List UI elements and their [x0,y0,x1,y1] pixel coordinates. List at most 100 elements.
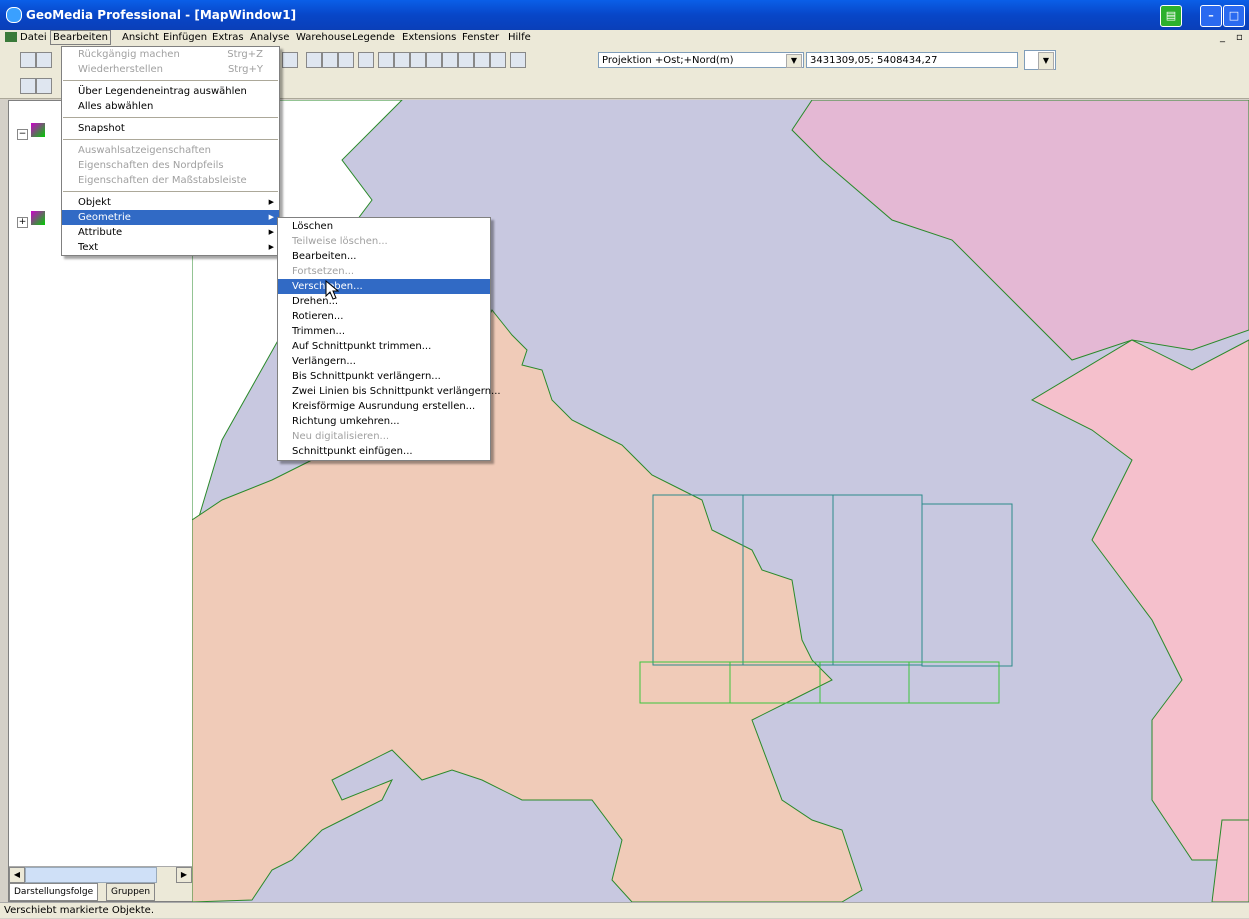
menu-ansicht[interactable]: Ansicht [120,31,161,44]
coordinate-field[interactable]: 3431309,05; 5408434,27 [806,52,1018,68]
menu-item-redo: Wiederherstellen Strg+Y [62,62,279,77]
zoom-in-icon[interactable] [378,52,394,68]
menu-einfuegen[interactable]: Einfügen [161,31,209,44]
menu-bar: Datei Bearbeiten Ansicht Einfügen Extras… [0,30,1249,46]
properties-icon[interactable] [490,52,506,68]
grid-cell[interactable] [921,503,1013,667]
tab-gruppen[interactable]: Gruppen [106,883,156,901]
menu-hilfe[interactable]: Hilfe [506,31,533,44]
zoom-out-icon[interactable] [394,52,410,68]
menu-item-north-arrow-properties: Eigenschaften des Nordpfeils [78,160,224,171]
zoom-window-icon[interactable] [426,52,442,68]
tool-icon[interactable] [282,52,298,68]
menu-datei[interactable]: Datei [18,31,49,44]
menu-extras[interactable]: Extras [210,31,246,44]
submenu-arrow-icon: ▶ [268,228,274,236]
zoom-fit-icon[interactable] [410,52,426,68]
pan-icon[interactable] [458,52,474,68]
legend-horizontal-scrollbar[interactable]: ◀ ▶ [9,866,192,883]
edit-menu: Rückgängig machen Strg+Z Wiederherstelle… [61,46,280,256]
mouse-cursor-icon [325,280,339,300]
layer-style-icon[interactable] [31,123,45,137]
app-icon [6,7,22,23]
query-icon[interactable] [322,52,338,68]
expand-icon[interactable]: + [17,217,28,228]
geometry-menu-item[interactable]: Verlängern... [278,354,490,369]
text-label: Text [78,242,99,253]
mdi-restore-button[interactable]: ▫ [1234,31,1245,44]
menu-item-select-by-legend[interactable]: Über Legendeneintrag auswählen [62,84,279,99]
select-arrow-icon[interactable] [20,78,36,94]
geometry-menu-item[interactable]: Zwei Linien bis Schnittpunkt verlängern.… [278,384,501,399]
select-tool-icon[interactable] [36,78,52,94]
geometry-menu-item[interactable]: Verschieben... [278,279,490,294]
menu-app-icon[interactable] [3,31,19,46]
geometry-menu-item[interactable]: Drehen... [278,294,490,309]
menu-fenster[interactable]: Fenster [460,31,501,44]
save-icon[interactable] [36,52,52,68]
window-title: GeoMedia Professional - [MapWindow1] [26,8,297,22]
grid-cell[interactable] [908,661,1000,704]
chevron-down-icon[interactable]: ▼ [786,54,802,68]
projection-select[interactable]: Projektion +Ost;+Nord(m) ▼ [598,52,804,68]
open-icon[interactable] [20,52,36,68]
geometry-menu-item[interactable]: Schnittpunkt einfügen... [278,444,490,459]
minimize-button[interactable]: – [1200,5,1222,27]
menu-legende[interactable]: Legende [350,31,397,44]
scroll-thumb[interactable] [25,867,157,883]
menu-bearbeiten[interactable]: Bearbeiten [50,30,111,45]
menu-item-scale-bar-properties: Eigenschaften der Maßstabsleiste [78,175,247,186]
geometry-menu-item[interactable]: Richtung umkehren... [278,414,490,429]
geomedia-tray-icon[interactable]: ▤ [1160,5,1182,27]
geometry-menu-item[interactable]: Bis Schnittpunkt verlängern... [278,369,490,384]
title-bar: GeoMedia Professional - [MapWindow1] ▤ –… [0,0,1249,30]
menu-separator [63,80,278,81]
geometry-menu-item[interactable]: Trimmen... [278,324,490,339]
grid-cell[interactable] [819,661,910,704]
menu-separator [63,191,278,192]
refresh-icon[interactable] [474,52,490,68]
geometry-menu-item: Teilweise löschen... [292,236,388,247]
geometry-menu-item[interactable]: Kreisförmige Ausrundung erstellen... [278,399,490,414]
map-region-violet[interactable] [791,100,1249,361]
scroll-left-icon[interactable]: ◀ [9,867,25,883]
geometry-menu-item: Fortsetzen... [292,266,355,277]
menu-item-text[interactable]: Text ▶ [62,240,279,255]
menu-warehouse[interactable]: Warehouse [294,31,354,44]
coordinate-dropdown[interactable]: ▼ [1024,50,1056,70]
attribute-label: Attribute [78,227,123,238]
scroll-right-icon[interactable]: ▶ [176,867,192,883]
undo-shortcut: Strg+Z [227,49,263,60]
mdi-minimize-button[interactable]: _ [1218,31,1227,44]
status-bar: Verschiebt markierte Objekte. [0,902,1249,918]
legend-icon[interactable] [358,52,374,68]
zoom-extent-icon[interactable] [442,52,458,68]
map-region-pink[interactable] [1030,339,1249,861]
collapse-icon[interactable]: − [17,129,28,140]
menu-item-deselect-all[interactable]: Alles abwählen [62,99,279,114]
menu-analyse[interactable]: Analyse [248,31,291,44]
tab-darstellungsfolge[interactable]: Darstellungsfolge [9,883,99,901]
menu-extensions[interactable]: Extensions [400,31,458,44]
chevron-down-icon[interactable]: ▼ [1038,52,1054,70]
redo-shortcut: Strg+Y [227,64,263,75]
geometry-menu-item: Neu digitalisieren... [292,431,390,442]
menu-item-undo: Rückgängig machen Strg+Z [62,47,279,62]
submenu-arrow-icon: ▶ [268,243,274,251]
geometry-menu-item[interactable]: Bearbeiten... [278,249,490,264]
measure-icon[interactable] [510,52,526,68]
link-icon[interactable] [338,52,354,68]
menu-item-attribute[interactable]: Attribute ▶ [62,225,279,240]
menu-item-snapshot[interactable]: Snapshot [62,121,279,136]
geometry-menu-item[interactable]: Auf Schnittpunkt trimmen... [278,339,490,354]
grid-cell[interactable] [832,494,923,666]
maximize-button[interactable]: □ [1223,5,1245,27]
geometry-menu-item[interactable]: Löschen [278,219,490,234]
geometry-menu-item[interactable]: Rotieren... [278,309,490,324]
coordinate-value: 3431309,05; 5408434,27 [810,55,938,66]
attribute-icon[interactable] [306,52,322,68]
menu-item-geometry[interactable]: Geometrie ▶ [62,210,279,225]
menu-item-selection-properties: Auswahlsatzeigenschaften [78,145,212,156]
menu-item-object[interactable]: Objekt ▶ [62,195,279,210]
layer-style-icon[interactable] [31,211,45,225]
